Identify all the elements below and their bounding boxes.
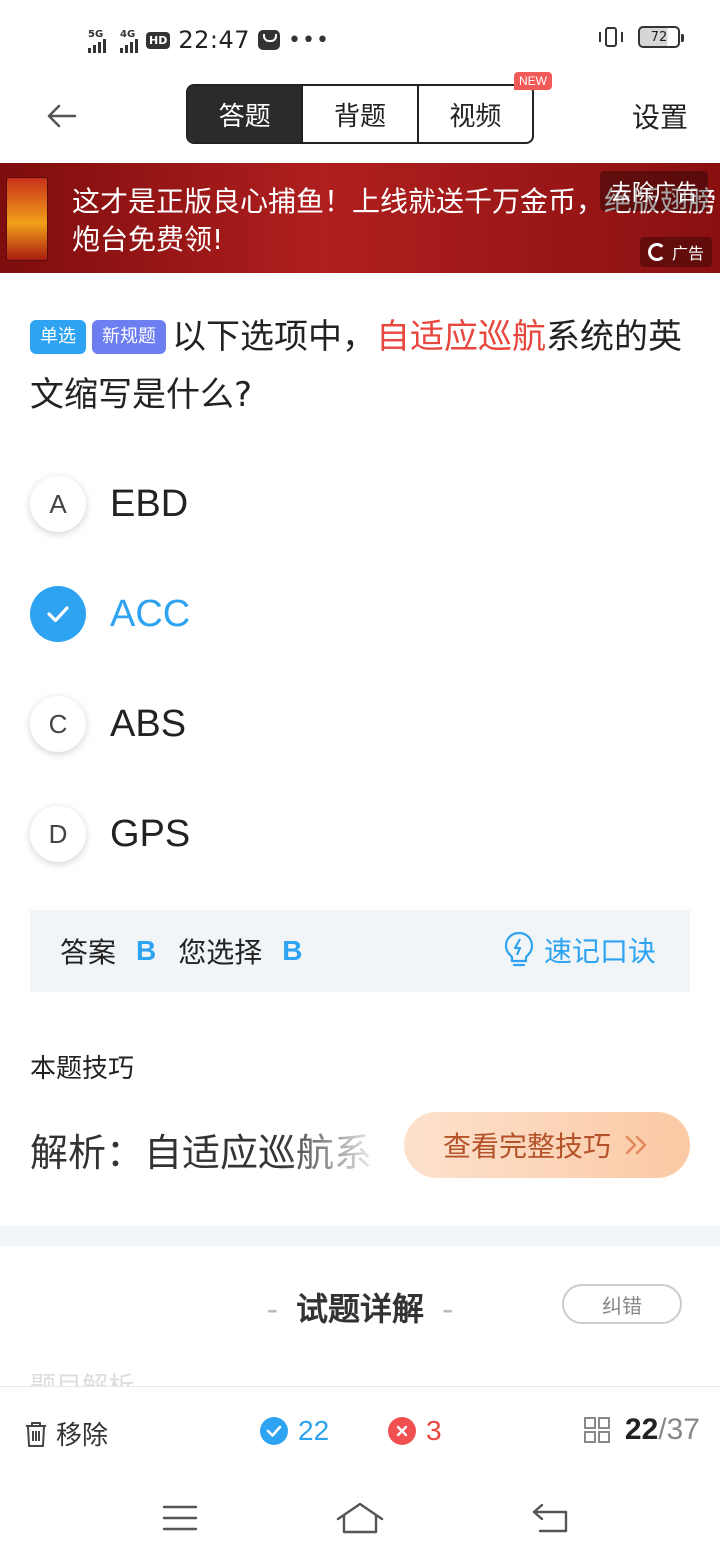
answer-label: 答案 (60, 936, 117, 969)
report-error-button[interactable]: 纠错 (562, 1284, 682, 1324)
new-rule-tag: 新规题 (92, 320, 166, 354)
check-icon (30, 586, 86, 642)
more-notifications-icon: ••• (288, 27, 330, 53)
notification-icon (258, 30, 281, 50)
mode-tabs: 答题 背题 视频 NEW (186, 72, 552, 144)
question-text: 单选 新规题 以下选项中，自适应巡航系统的英文缩写是什么? (30, 308, 690, 424)
skill-section-title: 本题技巧 (30, 1054, 135, 1084)
grid-icon (583, 1417, 610, 1443)
wrong-count-value: 3 (426, 1415, 442, 1446)
lightbulb-icon (504, 931, 534, 967)
correct-answer-value: B (136, 935, 157, 966)
your-choice-value: B (282, 935, 303, 966)
title-dash-left: - (266, 1290, 278, 1328)
home-icon[interactable] (336, 1498, 384, 1538)
new-badge: NEW (513, 72, 552, 90)
top-header: 答题 背题 视频 NEW 设置 (0, 72, 720, 156)
clock: 22:47 (178, 26, 251, 54)
trash-icon (26, 1421, 46, 1447)
answer-summary: 答案 B 您选择 B 速记口诀 (30, 910, 690, 992)
double-chevron-right-icon (625, 1135, 647, 1155)
question-highlight: 自适应巡航 (376, 317, 546, 357)
analysis-preview: 解析：自适应巡航系 (30, 1122, 450, 1177)
remove-button[interactable]: 移除 (24, 1415, 108, 1452)
status-bar: 5G 4G HD 22:47 ••• 72 (0, 0, 720, 78)
wrong-x-icon (388, 1417, 416, 1445)
title-dash-right: - (442, 1290, 454, 1328)
option-letter: A (30, 476, 86, 532)
mnemonic-link[interactable]: 速记口诀 (504, 930, 656, 970)
view-full-skill-button[interactable]: 查看完整技巧 (404, 1112, 690, 1178)
analysis-text: 自适应巡航系 (144, 1131, 373, 1175)
correct-count: 22 (260, 1415, 329, 1447)
option-letter: D (30, 806, 86, 862)
question-progress[interactable]: 22/37 (583, 1413, 700, 1447)
ad-network-logo-icon (647, 243, 666, 261)
tab-recite[interactable]: 背题 (303, 86, 419, 142)
option-text: EBD (110, 482, 189, 525)
signal-5g-icon: 5G (88, 27, 106, 53)
battery-indicator: 72 (638, 26, 684, 48)
wrong-count: 3 (388, 1415, 442, 1447)
menu-icon[interactable] (156, 1498, 204, 1538)
ad-tag-text: 广告 (671, 244, 704, 263)
current-question-number: 22 (624, 1413, 659, 1446)
option-text: ACC (110, 592, 191, 635)
option-b[interactable]: ACC (30, 584, 690, 644)
view-full-skill-label: 查看完整技巧 (442, 1130, 611, 1163)
your-choice-label: 您选择 (178, 936, 263, 969)
remove-label: 移除 (56, 1421, 109, 1451)
hd-voice-icon: HD (146, 31, 171, 49)
ad-thumbnail (6, 177, 48, 261)
system-nav-bar (0, 1478, 720, 1560)
remove-ad-button[interactable]: 去除广告 (599, 171, 708, 211)
analysis-label: 解析： (30, 1131, 145, 1175)
back-arrow-icon[interactable] (44, 98, 80, 134)
question-text-before: 以下选项中， (172, 317, 376, 357)
ad-label: 广告 (639, 237, 712, 267)
option-c[interactable]: C ABS (30, 694, 690, 754)
vibrate-icon (598, 26, 624, 48)
back-icon[interactable] (526, 1498, 574, 1538)
option-text: GPS (110, 812, 191, 855)
option-letter: C (30, 696, 86, 752)
total-questions: /37 (658, 1413, 700, 1446)
ad-banner[interactable]: 这才是正版良心捕鱼！上线就送千万金币，绝版翅膀炮台免费领! 去除广告 广告 (0, 163, 720, 273)
network-type-5g: 5G (88, 29, 104, 40)
correct-check-icon (260, 1417, 288, 1445)
tab-video-label: 视频 (449, 101, 502, 132)
analysis-heading-partial: 题目解析 (30, 1372, 135, 1388)
option-text: ABS (110, 702, 187, 745)
bottom-toolbar: 移除 22 3 22/37 (0, 1386, 720, 1478)
settings-button[interactable]: 设置 (632, 96, 688, 136)
tab-answer[interactable]: 答题 (188, 86, 304, 142)
signal-4g-icon: 4G (120, 27, 138, 53)
tab-video[interactable]: 视频 NEW (419, 72, 552, 142)
option-d[interactable]: D GPS (30, 804, 690, 864)
option-a[interactable]: A EBD (30, 474, 690, 534)
correct-count-value: 22 (298, 1415, 330, 1446)
detail-title-text: 试题详解 (295, 1290, 424, 1328)
section-divider (0, 1226, 720, 1246)
network-type-4g: 4G (120, 29, 136, 40)
mnemonic-link-label: 速记口诀 (543, 935, 656, 968)
single-choice-tag: 单选 (30, 320, 86, 354)
